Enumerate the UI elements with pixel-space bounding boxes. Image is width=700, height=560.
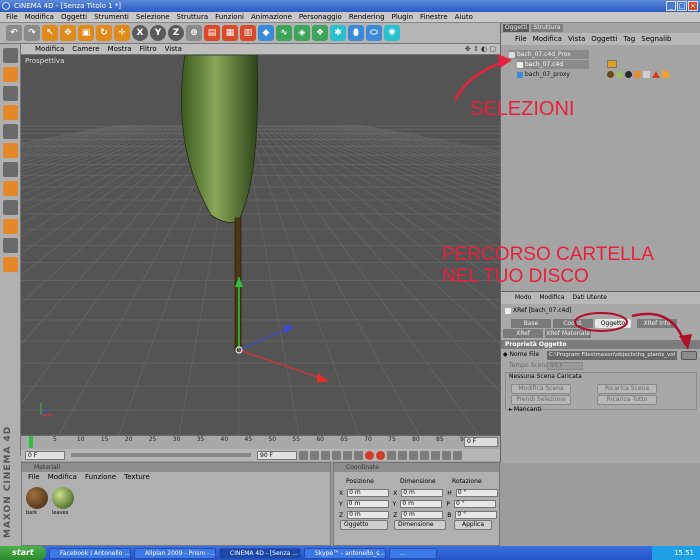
task-allplan[interactable]: Allplan 2009 - Prism - ... xyxy=(134,547,216,559)
annotation-selezioni: SELEZIONI xyxy=(470,98,575,120)
task-cinema4d[interactable]: CINEMA 4D - [Senza ... xyxy=(219,547,301,559)
annotation-percorso-line2: NEL TUO DISCO xyxy=(442,266,589,287)
windows-taskbar: start Facebook | Antonello ... Allplan 2… xyxy=(0,546,700,560)
task-skype[interactable]: Skype™ - antonello_s... xyxy=(304,547,386,559)
annotation-marks xyxy=(453,54,692,350)
selezioni-arrowhead xyxy=(498,54,512,68)
oggetto-highlight-ellipse xyxy=(574,312,628,332)
annotation-percorso-line1: PERCORSO CARTELLA xyxy=(442,244,654,265)
task-other[interactable]: ... xyxy=(389,547,437,559)
percorso-arrow xyxy=(631,312,687,345)
system-tray-clock[interactable]: 15.51 xyxy=(651,546,700,560)
task-facebook[interactable]: Facebook | Antonello ... xyxy=(49,547,131,559)
percorso-arrowhead xyxy=(679,334,692,350)
start-button[interactable]: start xyxy=(0,546,46,560)
selezioni-arrow xyxy=(453,60,506,101)
